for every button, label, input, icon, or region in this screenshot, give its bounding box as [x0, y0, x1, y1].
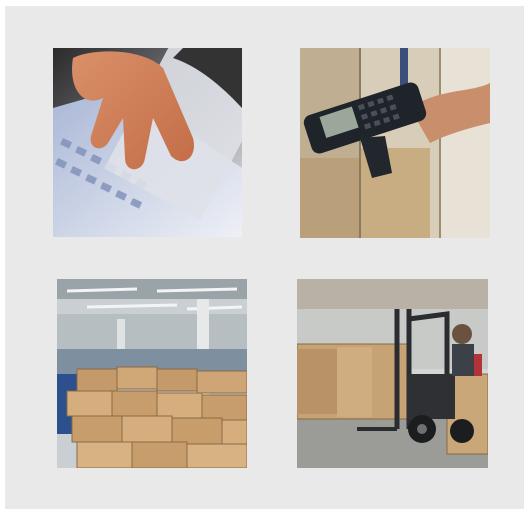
photo-gallery-panel: [5, 6, 524, 509]
barcode-scanner-photo: [300, 48, 490, 238]
forklift-photo: [297, 279, 488, 468]
keyboard-typing-photo: [53, 48, 242, 237]
hand-typing-on-keyboard-icon: [53, 48, 242, 237]
warehouse-boxes-photo: [57, 279, 247, 468]
stacked-cardboard-boxes-icon: [57, 279, 247, 468]
handheld-barcode-scanner-icon: [300, 48, 490, 238]
forklift-moving-boxes-icon: [297, 279, 488, 468]
